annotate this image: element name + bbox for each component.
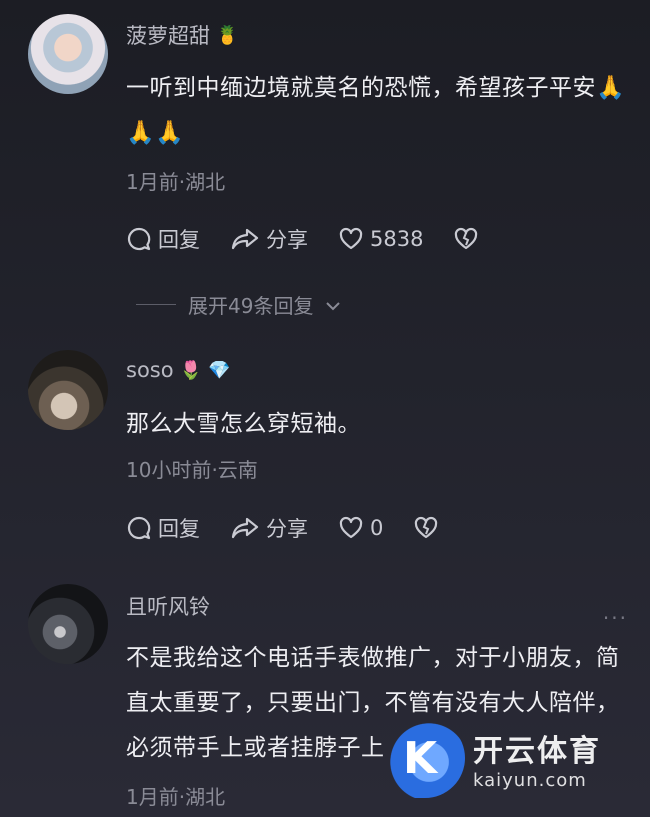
share-button[interactable]: 分享	[230, 513, 308, 543]
badge-diamond-icon: 💎	[208, 359, 231, 381]
share-button[interactable]: 分享	[230, 224, 308, 254]
avatar[interactable]	[28, 350, 108, 430]
watermark-logo-icon: K	[375, 718, 465, 798]
share-icon	[230, 516, 260, 540]
comment-meta: 1月前·湖北	[126, 170, 226, 194]
reply-icon	[126, 515, 152, 541]
comment-username[interactable]: 菠萝超甜 🍍	[126, 20, 238, 50]
avatar[interactable]	[28, 584, 108, 664]
broken-heart-icon	[453, 227, 479, 251]
share-icon	[230, 227, 260, 251]
like-count: 0	[370, 516, 384, 540]
like-count: 5838	[370, 227, 424, 251]
dislike-button[interactable]	[453, 227, 479, 251]
watermark: K 开云体育 kaiyun.com	[375, 718, 601, 798]
like-button[interactable]: 0	[338, 516, 383, 540]
comment-text: 那么大雪怎么穿短袖。	[126, 411, 361, 437]
reply-icon	[126, 226, 152, 252]
like-button[interactable]: 5838	[338, 227, 423, 251]
comment-username[interactable]: 且听风铃	[126, 591, 210, 621]
dislike-button[interactable]	[413, 516, 439, 540]
heart-icon	[338, 227, 364, 251]
reply-button[interactable]: 回复	[126, 513, 200, 543]
watermark-title: 开云体育	[473, 733, 601, 769]
comment-actions: 回复 分享 0	[126, 513, 469, 543]
comment-text: 一听到中缅边境就莫名的恐慌，希望孩子平安🙏🙏🙏	[126, 75, 626, 146]
avatar[interactable]	[28, 14, 108, 94]
divider	[136, 304, 176, 305]
reply-button[interactable]: 回复	[126, 224, 200, 254]
comment-meta: 10小时前·云南	[126, 458, 258, 482]
comment-meta: 1月前·湖北	[126, 785, 226, 809]
expand-replies-button[interactable]: 展开49条回复	[136, 290, 341, 319]
heart-icon	[338, 516, 364, 540]
watermark-subtitle: kaiyun.com	[473, 769, 587, 791]
badge-pineapple-icon: 🍍	[216, 24, 239, 46]
comment-username[interactable]: soso 🌷 💎	[126, 358, 230, 382]
badge-tulip-icon: 🌷	[179, 359, 202, 381]
chevron-down-icon	[325, 293, 341, 317]
more-options-button[interactable]: ···	[603, 606, 628, 630]
broken-heart-icon	[413, 516, 439, 540]
comment-actions: 回复 分享 5838	[126, 224, 509, 254]
